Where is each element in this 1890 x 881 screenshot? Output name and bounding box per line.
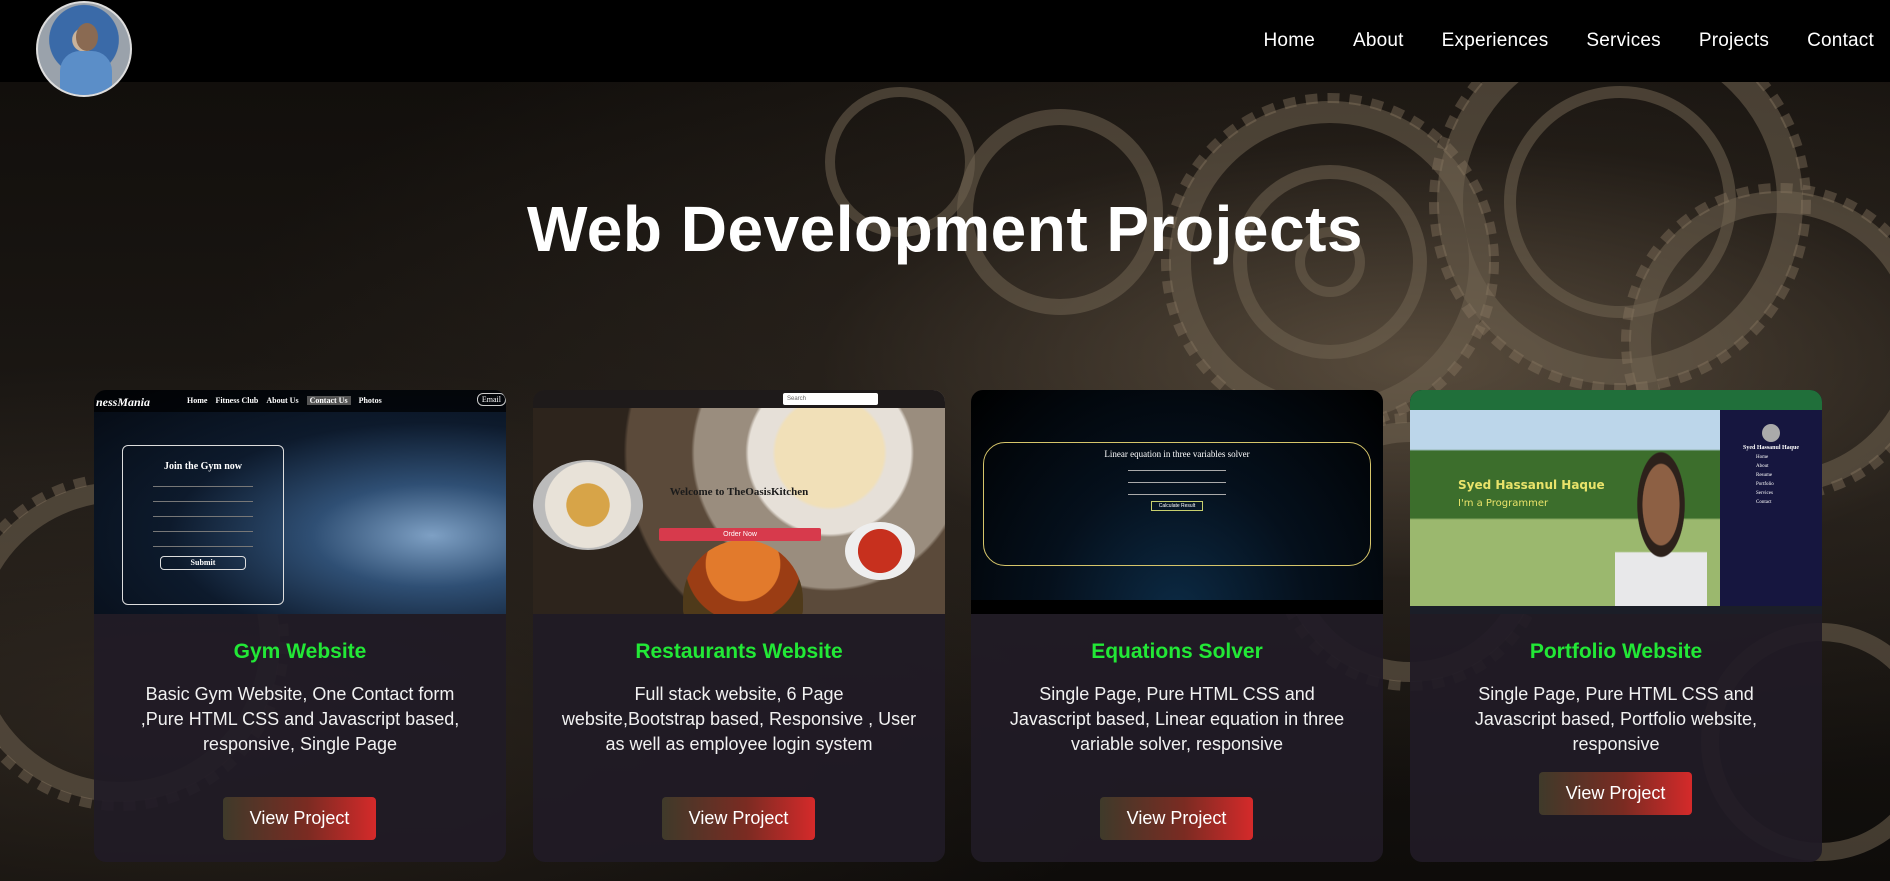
thumb-nav-item: Contact Us [306, 396, 351, 405]
thumb-join-form: Join the Gym now Submit [122, 445, 284, 605]
thumb-hero-name: Syed Hassanul Haque [1458, 478, 1605, 492]
thumb-footer [971, 600, 1383, 614]
thumb-solver-title: Linear equation in three variables solve… [1104, 449, 1250, 459]
thumb-form-field [153, 481, 253, 487]
thumb-equation-row [1128, 465, 1226, 471]
view-project-button[interactable]: View Project [1539, 772, 1692, 815]
thumb-navbar: nessMania Home Fitness Club About Us Con… [94, 390, 506, 412]
thumb-person-photo [1615, 450, 1707, 606]
project-title: Equations Solver [1091, 640, 1263, 663]
profile-avatar[interactable] [36, 1, 132, 97]
project-title: Gym Website [233, 640, 367, 663]
page-title: Web Development Projects [527, 193, 1363, 265]
thumb-taskbar [1410, 606, 1822, 614]
thumb-nav-links: Home Fitness Club About Us Contact Us Ph… [187, 396, 382, 405]
thumb-sidebar-avatar [1762, 424, 1780, 442]
thumb-nav-item: About Us [266, 396, 299, 405]
view-project-button[interactable]: View Project [1100, 797, 1253, 840]
thumb-search: Search [783, 393, 878, 405]
nav-contact-link[interactable]: Contact [1807, 30, 1874, 52]
project-description: Single Page, Pure HTML CSS and Javascrip… [1474, 684, 1758, 754]
thumb-calc-button: Calculate Result [1151, 501, 1203, 511]
avatar-body-shape [60, 51, 112, 95]
avatar-head-shape [76, 23, 98, 51]
thumb-nav-item: Fitness Club [215, 396, 259, 405]
thumb-form-field [153, 496, 253, 502]
thumb-sidebar: Syed Hassanul Haque Home About Resume Po… [1720, 410, 1822, 606]
thumb-nav-item: Home [187, 396, 208, 405]
thumb-welcome-text: Welcome to TheOasisKitchen [669, 486, 809, 498]
thumb-hero-tagline: I'm a Programmer [1458, 498, 1549, 509]
project-description: Full stack website, 6 Page website,Boots… [561, 684, 917, 754]
thumb-sidebar-item: Resume [1756, 473, 1773, 478]
thumb-navbar: Search [533, 390, 945, 408]
project-card-restaurant: Search Welcome to TheOasisKitchen Order … [533, 390, 945, 862]
nav-about-link[interactable]: About [1353, 30, 1404, 52]
site-header: Home About Experiences Services Projects… [0, 0, 1890, 97]
project-description: Basic Gym Website, One Contact form ,Pur… [140, 684, 460, 754]
project-title: Portfolio Website [1529, 640, 1703, 663]
view-project-button[interactable]: View Project [662, 797, 815, 840]
thumb-order-button: Order Now [659, 528, 821, 541]
thumb-sidebar-item: Portfolio [1756, 482, 1774, 487]
thumb-email-button: Email [476, 393, 506, 406]
thumb-equation-row [1128, 489, 1226, 495]
thumb-solver-frame: Linear equation in three variables solve… [983, 442, 1371, 566]
thumb-sauce-shape [845, 522, 915, 580]
thumb-form-title: Join the Gym now [163, 461, 243, 472]
project-card-portfolio: Syed Hassanul Haque I'm a Programmer Sye… [1410, 390, 1822, 862]
thumb-sidebar-item: Contact [1756, 500, 1772, 505]
nav-projects-link[interactable]: Projects [1699, 30, 1769, 52]
main-nav: Home About Experiences Services Projects… [1264, 30, 1875, 52]
equation-solver-screenshot[interactable]: Linear equation in three variables solve… [971, 390, 1383, 614]
project-description: Single Page, Pure HTML CSS and Javascrip… [1009, 684, 1345, 754]
nav-services-link[interactable]: Services [1586, 30, 1660, 52]
nav-experiences-link[interactable]: Experiences [1442, 30, 1549, 52]
thumb-sidebar-item: Home [1756, 455, 1769, 460]
projects-grid: nessMania Home Fitness Club About Us Con… [94, 390, 1822, 862]
thumb-browser-bar [1410, 390, 1822, 410]
thumb-form-field [153, 541, 253, 547]
thumb-form-field [153, 526, 253, 532]
thumb-plate-shape [533, 460, 643, 550]
gym-website-screenshot[interactable]: nessMania Home Fitness Club About Us Con… [94, 390, 506, 614]
thumb-equation-row [1128, 477, 1226, 483]
nav-home-link[interactable]: Home [1264, 30, 1315, 52]
thumb-sidebar-item: Services [1756, 491, 1773, 496]
thumb-burger-shape [683, 540, 803, 614]
project-card-gym: nessMania Home Fitness Club About Us Con… [94, 390, 506, 862]
thumb-nav-item: Photos [358, 396, 382, 405]
project-title: Restaurants Website [635, 640, 843, 663]
thumb-form-field [153, 511, 253, 517]
thumb-brand: nessMania [96, 395, 151, 409]
thumb-sidebar-name: Syed Hassanul Haque [1742, 445, 1800, 451]
view-project-button[interactable]: View Project [223, 797, 376, 840]
restaurant-website-screenshot[interactable]: Search Welcome to TheOasisKitchen Order … [533, 390, 945, 614]
thumb-sidebar-item: About [1756, 464, 1769, 469]
thumb-submit: Submit [160, 556, 246, 570]
project-card-equations: Linear equation in three variables solve… [971, 390, 1383, 862]
portfolio-website-screenshot[interactable]: Syed Hassanul Haque I'm a Programmer Sye… [1410, 390, 1822, 614]
